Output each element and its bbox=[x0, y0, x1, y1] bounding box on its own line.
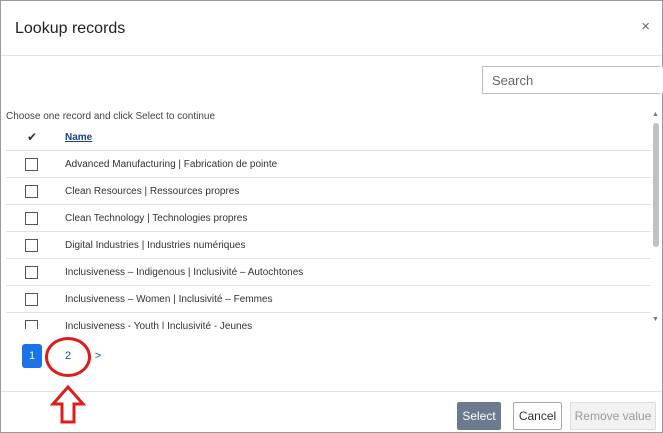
close-icon[interactable]: × bbox=[641, 18, 650, 35]
table-row[interactable]: Advanced Manufacturing | Fabrication de … bbox=[6, 151, 651, 178]
next-page-button[interactable]: > bbox=[92, 344, 104, 368]
dialog-header: Lookup records × bbox=[1, 1, 662, 56]
cancel-button[interactable]: Cancel bbox=[513, 402, 562, 430]
up-arrow-annotation-icon bbox=[50, 384, 86, 424]
row-label: Inclusiveness – Women | Inclusivité – Fe… bbox=[65, 294, 273, 305]
row-label: Clean Resources | Ressources propres bbox=[65, 186, 240, 197]
row-checkbox[interactable] bbox=[25, 158, 38, 171]
row-label: Advanced Manufacturing | Fabrication de … bbox=[65, 159, 278, 170]
remove-value-button[interactable]: Remove value bbox=[570, 402, 656, 430]
scroll-up-arrow-icon[interactable]: ▲ bbox=[652, 111, 659, 118]
row-checkbox[interactable] bbox=[25, 320, 38, 329]
table-row[interactable]: Clean Resources | Ressources propres bbox=[6, 178, 651, 205]
search-box bbox=[482, 66, 663, 94]
lookup-records-dialog: Lookup records × Choose one record and c… bbox=[0, 0, 663, 433]
scroll-down-arrow-icon[interactable]: ▼ bbox=[652, 316, 659, 323]
row-label: Inclusiveness – Indigenous | Inclusivité… bbox=[65, 267, 304, 278]
table-row[interactable]: Digital Industries | Industries numériqu… bbox=[6, 232, 651, 259]
table-row[interactable]: Inclusiveness – Indigenous | Inclusivité… bbox=[6, 259, 651, 286]
highlight-circle-annotation bbox=[45, 337, 91, 377]
table-row[interactable]: Inclusiveness - Youth | Inclusivité - Je… bbox=[6, 313, 651, 329]
scroll-thumb[interactable] bbox=[653, 123, 659, 247]
select-all-checkmark-icon[interactable]: ✔ bbox=[27, 130, 37, 144]
records-grid: ✔ Name Advanced Manufacturing | Fabricat… bbox=[6, 125, 651, 329]
search-input[interactable] bbox=[483, 67, 663, 93]
page-1-button[interactable]: 1 bbox=[22, 344, 42, 368]
name-column-header[interactable]: Name bbox=[65, 132, 92, 143]
row-checkbox[interactable] bbox=[25, 293, 38, 306]
row-label: Digital Industries | Industries numériqu… bbox=[65, 240, 246, 251]
row-checkbox[interactable] bbox=[25, 212, 38, 225]
row-checkbox[interactable] bbox=[25, 185, 38, 198]
row-checkbox[interactable] bbox=[25, 266, 38, 279]
instruction-text: Choose one record and click Select to co… bbox=[6, 111, 216, 122]
grid-scrollbar[interactable]: ▲ ▼ bbox=[652, 111, 660, 323]
row-checkbox[interactable] bbox=[25, 239, 38, 252]
grid-header: ✔ Name bbox=[6, 125, 651, 151]
table-row[interactable]: Inclusiveness – Women | Inclusivité – Fe… bbox=[6, 286, 651, 313]
table-row[interactable]: Clean Technology | Technologies propres bbox=[6, 205, 651, 232]
row-label: Inclusiveness - Youth | Inclusivité - Je… bbox=[65, 321, 253, 329]
dialog-footer: Select Cancel Remove value bbox=[1, 391, 662, 433]
select-button[interactable]: Select bbox=[457, 402, 501, 430]
dialog-title: Lookup records bbox=[15, 20, 126, 37]
row-label: Clean Technology | Technologies propres bbox=[65, 213, 248, 224]
